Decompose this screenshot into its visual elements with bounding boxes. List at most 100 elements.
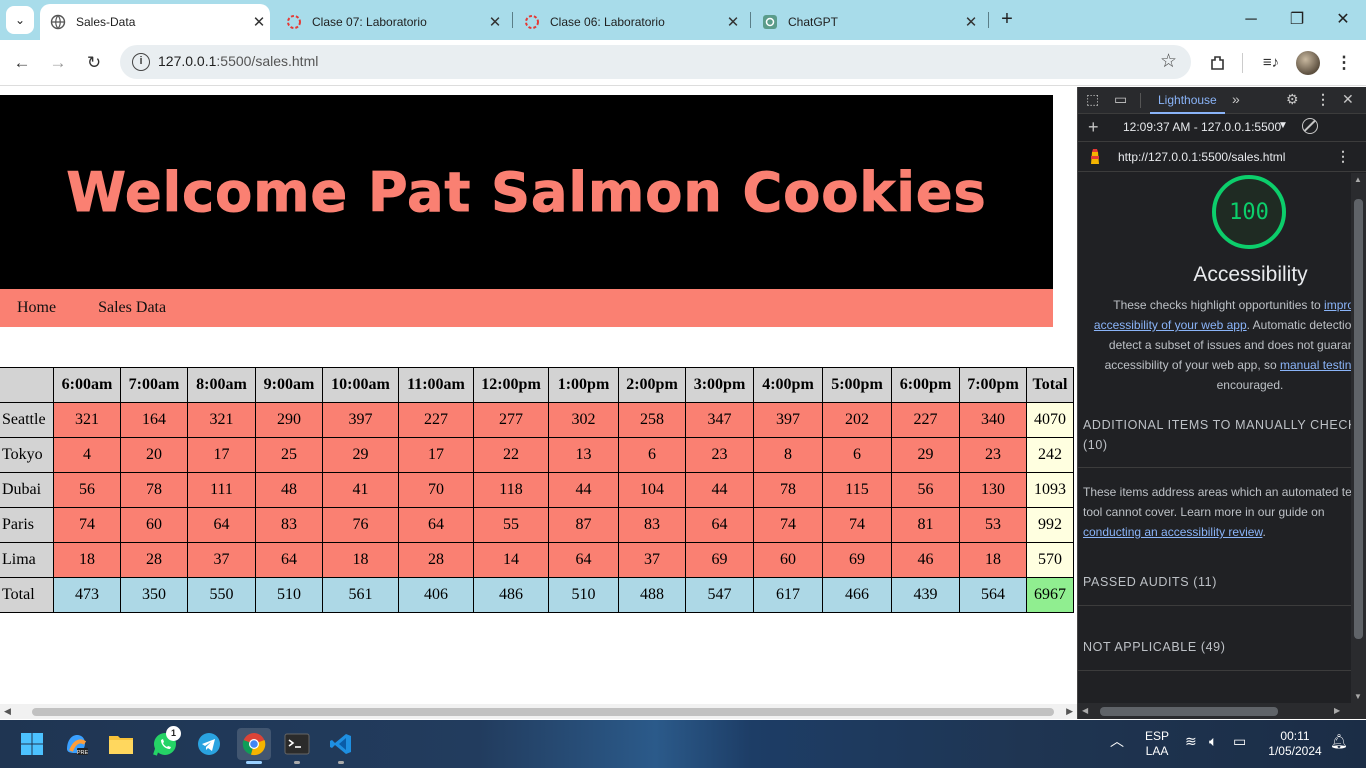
telegram-icon[interactable] <box>193 728 225 760</box>
scroll-left-arrow-icon[interactable]: ◀ <box>1082 706 1088 715</box>
tab-clase-07[interactable]: Clase 07: Laboratorio ✕ <box>276 4 506 40</box>
inspect-element-icon[interactable]: ⬚ <box>1086 91 1099 108</box>
nav-link-home[interactable]: Home <box>17 299 56 317</box>
report-menu-icon[interactable]: ⋮ <box>1336 148 1350 165</box>
sales-value-cell: 14 <box>473 542 549 578</box>
devtools-horizontal-scrollbar[interactable]: ◀ ▶ <box>1078 703 1366 719</box>
clear-reports-icon[interactable] <box>1302 118 1318 134</box>
scroll-down-arrow-icon[interactable]: ▼ <box>1354 692 1362 701</box>
tab-separator <box>988 12 989 28</box>
language-indicator[interactable]: ESP LAA <box>1142 729 1172 759</box>
site-info-icon[interactable]: i <box>132 53 150 71</box>
file-explorer-icon[interactable] <box>105 728 137 760</box>
devtools-menu-icon[interactable]: ⋮ <box>1316 91 1330 108</box>
hourly-total-cell: 350 <box>120 577 188 613</box>
hourly-total-cell: 488 <box>618 577 686 613</box>
svg-text:PRE: PRE <box>77 750 89 756</box>
manual-check-heading[interactable]: ADDITIONAL ITEMS TO MANUALLY CHECK <box>1083 418 1357 432</box>
new-report-plus-icon[interactable]: + <box>1088 117 1099 138</box>
sales-value-cell: 83 <box>255 507 323 543</box>
sales-value-cell: 81 <box>891 507 960 543</box>
hourly-total-cell: 564 <box>959 577 1027 613</box>
scroll-right-arrow-icon[interactable]: ▶ <box>1334 706 1340 715</box>
browser-toolbar: ← → ↻ i 127.0.0.1:5500/sales.html ☆ ≡♪ ⋮ <box>0 40 1366 86</box>
chrome-menu-icon[interactable]: ⋮ <box>1329 48 1359 78</box>
profile-avatar[interactable] <box>1296 51 1320 75</box>
reload-icon[interactable]: ↻ <box>79 48 109 78</box>
scrollbar-thumb[interactable] <box>1354 199 1363 639</box>
tab-lighthouse[interactable]: Lighthouse <box>1150 87 1225 114</box>
accessibility-review-link[interactable]: conducting an accessibility review <box>1083 525 1262 539</box>
page-title: Welcome Pat Salmon Cookies <box>66 160 987 224</box>
device-toolbar-icon[interactable]: ▭ <box>1114 91 1127 108</box>
clock[interactable]: 00:11 1/05/2024 <box>1262 729 1328 759</box>
sales-value-cell: 74 <box>753 507 823 543</box>
page-horizontal-scrollbar[interactable]: ◀ ▶ <box>0 704 1077 719</box>
close-tab-icon[interactable]: ✕ <box>248 13 270 31</box>
report-selector[interactable]: 12:09:37 AM - 127.0.0.1:5500 <box>1123 120 1281 134</box>
terminal-icon[interactable] <box>281 728 313 764</box>
notification-bell-icon[interactable]: 🔔︎ <box>1330 734 1348 749</box>
battery-icon[interactable]: ▭ <box>1233 734 1246 749</box>
scroll-up-arrow-icon[interactable]: ▲ <box>1354 175 1362 184</box>
extensions-icon[interactable] <box>1203 48 1233 78</box>
passed-audits-heading[interactable]: PASSED AUDITS (11) <box>1083 575 1217 589</box>
scrollbar-thumb[interactable] <box>32 708 1054 716</box>
manual-testing-link[interactable]: manual testing <box>1280 358 1358 372</box>
wifi-icon[interactable]: ≋ <box>1185 734 1197 749</box>
tab-chatgpt[interactable]: ChatGPT ✕ <box>752 4 982 40</box>
back-arrow-icon[interactable]: ← <box>7 48 37 78</box>
close-devtools-icon[interactable]: ✕ <box>1342 91 1354 108</box>
windows-taskbar: PRE 1 ︿ ESP LAA ≋ 🔈︎ ▭ 00:11 1/05/2024 🔔… <box>0 720 1366 768</box>
address-bar[interactable]: i 127.0.0.1:5500/sales.html ☆ <box>120 45 1191 79</box>
windows-start-icon[interactable] <box>16 728 48 760</box>
report-dropdown-icon[interactable]: ▼ <box>1278 120 1288 131</box>
minimize-button[interactable]: ─ <box>1228 6 1274 34</box>
close-tab-icon[interactable]: ✕ <box>722 13 744 31</box>
scroll-left-arrow-icon[interactable]: ◀ <box>4 706 11 717</box>
close-tab-icon[interactable]: ✕ <box>484 13 506 31</box>
new-tab-button[interactable]: + <box>995 8 1019 30</box>
close-tab-icon[interactable]: ✕ <box>960 13 982 31</box>
toolbar-separator <box>1242 53 1243 73</box>
more-tabs-chevron-icon[interactable]: » <box>1232 91 1240 107</box>
manual-check-description: These items address areas which an autom… <box>1083 482 1366 542</box>
tab-search-button[interactable]: ⌄ <box>6 6 34 34</box>
running-app-indicator <box>294 761 300 764</box>
chatgpt-icon <box>763 15 777 29</box>
forward-arrow-icon[interactable]: → <box>43 48 73 78</box>
url-path: :5500/sales.html <box>216 53 319 69</box>
tab-clase-06[interactable]: Clase 06: Laboratorio ✕ <box>514 4 744 40</box>
sales-value-cell: 258 <box>618 402 686 438</box>
scrollbar-thumb[interactable] <box>1100 707 1278 716</box>
volume-icon[interactable]: 🔈︎ <box>1209 734 1217 749</box>
whatsapp-icon[interactable]: 1 <box>149 726 181 760</box>
city-name-cell: Lima <box>0 542 54 578</box>
url-text[interactable]: 127.0.0.1:5500/sales.html <box>158 53 318 69</box>
column-header: 2:00pm <box>618 367 686 403</box>
chrome-taskbar-icon[interactable] <box>237 728 271 764</box>
tab-sales-data[interactable]: Sales-Data ✕ <box>40 4 270 40</box>
hourly-total-cell: 550 <box>187 577 256 613</box>
devtools-separator <box>1140 93 1141 108</box>
devtools-vertical-scrollbar[interactable]: ▲ ▼ <box>1351 173 1366 703</box>
bookmark-star-icon[interactable]: ☆ <box>1160 50 1177 73</box>
sales-value-cell: 48 <box>255 472 323 508</box>
scroll-right-arrow-icon[interactable]: ▶ <box>1066 706 1073 717</box>
settings-gear-icon[interactable]: ⚙ <box>1286 91 1299 108</box>
row-total-cell: 242 <box>1026 437 1074 473</box>
close-window-button[interactable]: ✕ <box>1320 6 1366 34</box>
media-controls-icon[interactable]: ≡♪ <box>1256 48 1286 78</box>
browser-tab-strip: ⌄ Sales-Data ✕ Clase 07: Laboratorio ✕ C… <box>0 0 1366 40</box>
nav-link-sales-data[interactable]: Sales Data <box>98 299 166 317</box>
restore-button[interactable]: ❐ <box>1274 6 1320 34</box>
sales-value-cell: 277 <box>473 402 549 438</box>
show-hidden-icons-chevron[interactable]: ︿ <box>1110 734 1124 749</box>
copilot-icon[interactable]: PRE <box>60 728 92 760</box>
sales-value-cell: 74 <box>53 507 121 543</box>
sales-value-cell: 44 <box>548 472 619 508</box>
sales-value-cell: 28 <box>120 542 188 578</box>
vscode-icon[interactable] <box>325 728 357 764</box>
not-applicable-heading[interactable]: NOT APPLICABLE (49) <box>1083 640 1225 654</box>
sales-value-cell: 397 <box>322 402 399 438</box>
